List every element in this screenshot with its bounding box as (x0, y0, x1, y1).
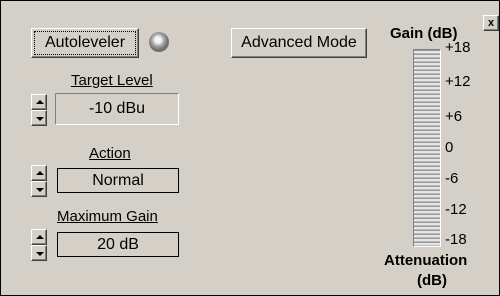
status-led-icon (149, 32, 169, 52)
maximum-gain-increase-button[interactable] (31, 229, 47, 245)
autoleveler-panel: Autoleveler Advanced Mode Target Level -… (0, 0, 500, 296)
meter-tick-label: +6 (445, 108, 463, 125)
maximum-gain-value: 20 dB (97, 235, 139, 253)
maximum-gain-label: Maximum Gain (57, 208, 158, 225)
action-value: Normal (92, 171, 144, 189)
target-level-field[interactable]: -10 dBu (55, 93, 179, 125)
meter-tick-label: -12 (445, 201, 467, 218)
target-level-stepper[interactable] (31, 94, 47, 126)
maximum-gain-stepper[interactable] (31, 229, 47, 261)
autoleveler-button[interactable]: Autoleveler (31, 28, 139, 58)
maximum-gain-field[interactable]: 20 dB (57, 232, 179, 257)
target-level-value: -10 dBu (88, 100, 146, 117)
target-level-label: Target Level (71, 72, 153, 89)
triangle-up-icon (36, 171, 44, 175)
action-label: Action (89, 145, 131, 162)
triangle-down-icon (36, 117, 44, 121)
meter-tick-label: -6 (445, 170, 459, 187)
meter-tick-label: +18 (445, 39, 471, 56)
advanced-mode-button[interactable]: Advanced Mode (231, 28, 367, 58)
action-previous-button[interactable] (31, 165, 47, 181)
target-level-decrease-button[interactable] (31, 110, 47, 126)
close-icon: x (487, 17, 495, 29)
triangle-down-icon (36, 188, 44, 192)
meter-tick-label: 0 (445, 139, 454, 156)
autoleveler-button-label: Autoleveler (44, 34, 126, 51)
action-field[interactable]: Normal (57, 168, 179, 193)
triangle-up-icon (36, 235, 44, 239)
target-level-increase-button[interactable] (31, 94, 47, 110)
meter-tick-label: +12 (445, 73, 471, 90)
meter-bottom-unit: (dB) (417, 272, 447, 289)
meter-bottom-label: Attenuation (384, 252, 468, 269)
triangle-down-icon (36, 252, 44, 256)
meter-tick-label: -18 (445, 231, 467, 248)
advanced-mode-button-label: Advanced Mode (241, 34, 357, 51)
maximum-gain-decrease-button[interactable] (31, 245, 47, 261)
close-button[interactable]: x (483, 15, 499, 31)
gain-meter (413, 49, 441, 247)
action-next-button[interactable] (31, 181, 47, 197)
triangle-up-icon (36, 100, 44, 104)
action-stepper[interactable] (31, 165, 47, 197)
